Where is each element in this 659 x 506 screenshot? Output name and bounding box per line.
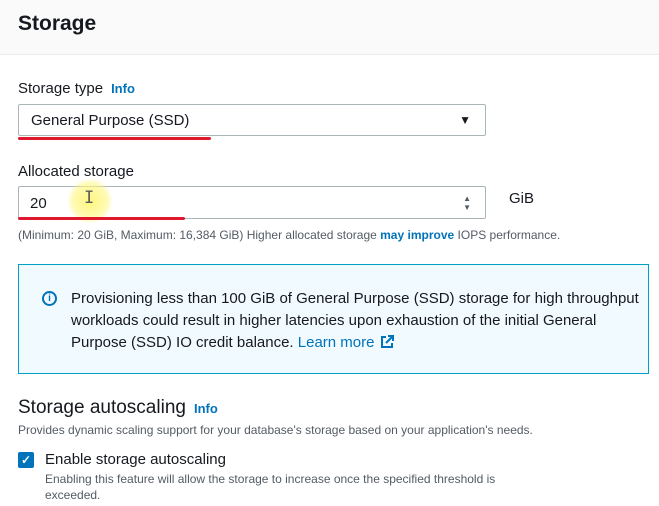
enable-autoscaling-checkbox[interactable]: ✓ <box>18 452 34 468</box>
text-cursor-icon: I <box>84 188 95 208</box>
allocated-storage-hint: (Minimum: 20 GiB, Maximum: 16,384 GiB) H… <box>18 228 560 242</box>
alert-text: Provisioning less than 100 GiB of Genera… <box>71 288 641 354</box>
enable-autoscaling-label[interactable]: Enable storage autoscaling <box>45 451 226 468</box>
allocated-storage-label: Allocated storage <box>18 163 134 180</box>
section-title-storage: Storage <box>18 12 97 35</box>
hint-strong-link[interactable]: may improve <box>380 228 454 242</box>
external-link-icon <box>381 335 395 348</box>
enable-autoscaling-description: Enabling this feature will allow the sto… <box>45 472 496 502</box>
storage-type-label: Storage type Info <box>18 80 135 97</box>
autoscaling-info-link[interactable]: Info <box>194 401 218 416</box>
hint-prefix: (Minimum: 20 GiB, Maximum: 16,384 GiB) H… <box>18 228 381 242</box>
storage-type-info-link[interactable]: Info <box>111 81 135 96</box>
storage-unit-label: GiB <box>509 190 535 207</box>
storage-type-select[interactable]: General Purpose (SSD) ▼ <box>18 104 486 136</box>
allocated-storage-value: 20 <box>30 195 47 212</box>
autoscaling-title-text: Storage autoscaling <box>18 397 186 418</box>
autoscaling-description: Provides dynamic scaling support for you… <box>18 423 533 437</box>
caret-down-icon: ▼ <box>459 113 471 127</box>
info-alert: i Provisioning less than 100 GiB of Gene… <box>18 264 649 374</box>
storage-section-header: Storage <box>0 0 659 55</box>
annotation-underline-allocated-storage <box>18 217 185 220</box>
learn-more-label: Learn more <box>297 334 375 351</box>
autoscaling-title: Storage autoscaling Info <box>18 397 218 419</box>
checkmark-icon: ✓ <box>20 453 32 467</box>
storage-type-label-text: Storage type <box>18 80 104 97</box>
learn-more-link[interactable]: Learn more <box>298 334 395 351</box>
number-stepper-icon[interactable]: ▲ ▼ <box>463 194 471 212</box>
info-circle-icon: i <box>42 291 57 306</box>
annotation-underline-storage-type <box>18 137 211 140</box>
storage-type-value: General Purpose (SSD) <box>31 112 190 129</box>
hint-suffix: IOPS performance. <box>454 228 561 242</box>
